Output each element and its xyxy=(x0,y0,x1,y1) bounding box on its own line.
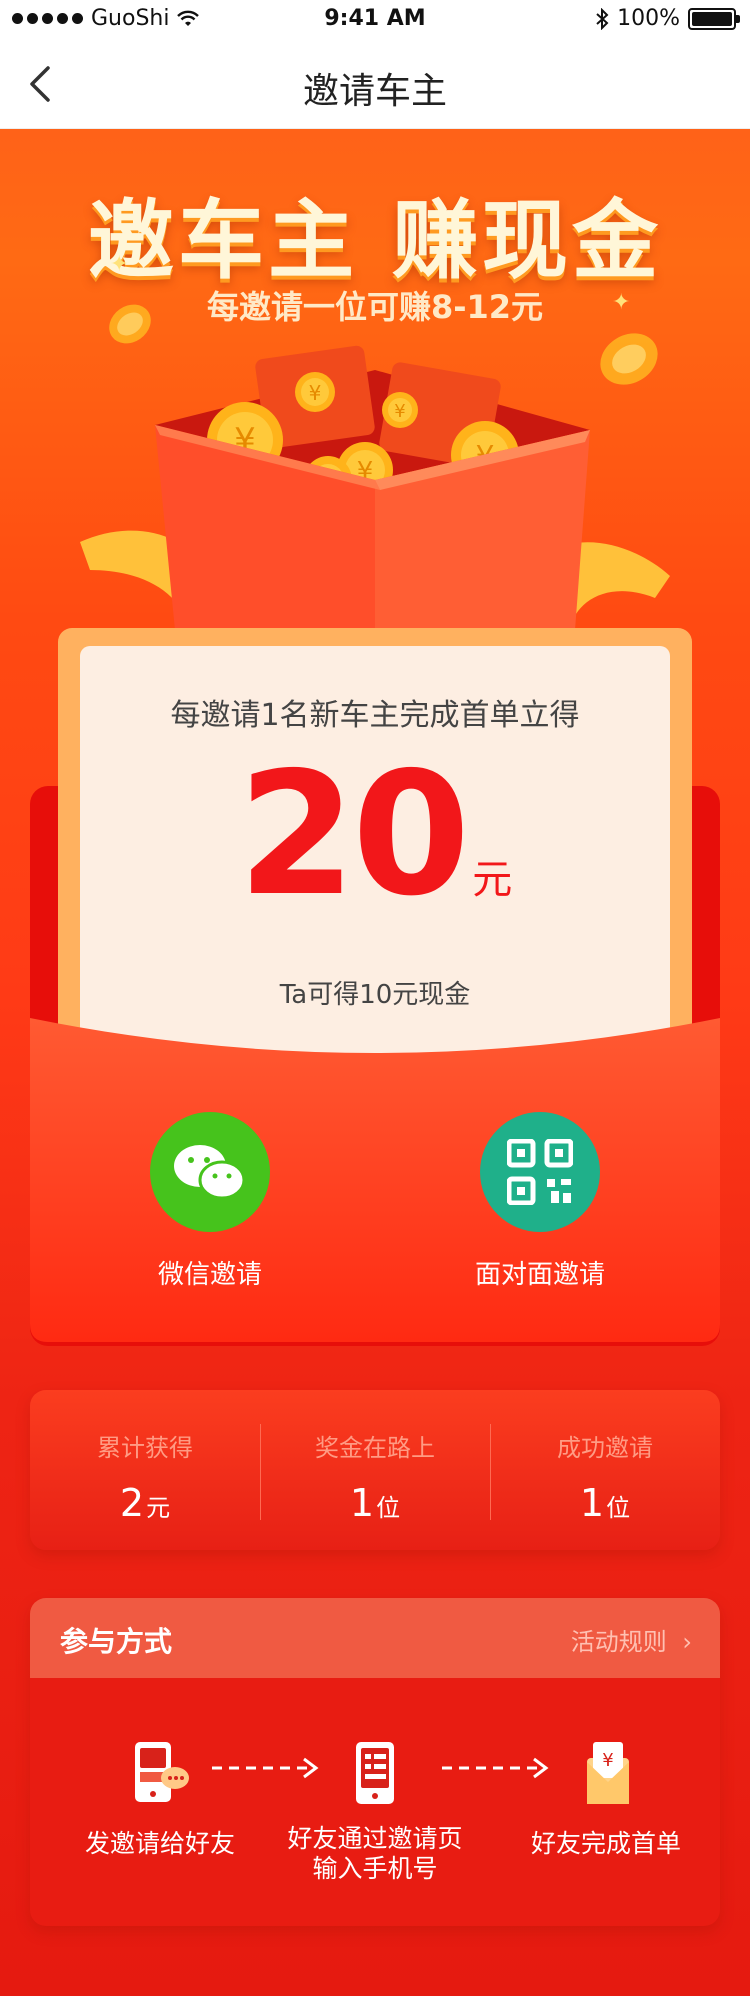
step-label: 好友完成首单 xyxy=(530,1829,681,1858)
stat-value: 2元 xyxy=(119,1481,171,1525)
participation-title: 参与方式 xyxy=(60,1625,173,1658)
reward-amount: 20 元 xyxy=(80,736,670,934)
wechat-invite-button[interactable]: 微信邀请 xyxy=(90,1112,330,1291)
phone-form-icon xyxy=(340,1738,410,1808)
activity-rules-label: 活动规则 xyxy=(570,1628,667,1656)
stat-value: 1位 xyxy=(579,1481,631,1525)
stat-total-earned: 累计获得 2元 xyxy=(30,1390,260,1550)
face-to-face-invite-label: 面对面邀请 xyxy=(474,1260,605,1290)
page-title: 邀请车主 xyxy=(302,71,447,112)
sparkle-icon: ✦ xyxy=(110,252,129,277)
svg-text:¥: ¥ xyxy=(602,1750,613,1771)
face-to-face-invite-button[interactable]: 面对面邀请 xyxy=(420,1112,660,1291)
participation-panel: 参与方式 活动规则 › 发邀请给好友 好友通过邀请页 输入手机号 ¥ 好友完成首… xyxy=(30,1598,720,1926)
stat-bonus-pending: 奖金在路上 1位 xyxy=(260,1390,490,1550)
reward-amount-value: 20 xyxy=(237,736,471,934)
participation-header: 参与方式 活动规则 › xyxy=(30,1598,720,1678)
reward-amount-unit: 元 xyxy=(472,857,513,903)
step-label: 发邀请给好友 xyxy=(84,1829,235,1858)
wechat-invite-label: 微信邀请 xyxy=(157,1260,262,1290)
step-friend-completes-order: ¥ 好友完成首单 xyxy=(496,1738,716,1860)
bluetooth-icon xyxy=(596,7,609,30)
phone-chat-icon xyxy=(125,1738,195,1808)
stat-title: 奖金在路上 xyxy=(315,1434,435,1462)
invite-stats-panel: 累计获得 2元 奖金在路上 1位 成功邀请 1位 xyxy=(30,1390,720,1550)
qrcode-icon xyxy=(480,1112,600,1232)
nav-bar: 邀请车主 xyxy=(0,40,750,129)
sparkle-icon: ✦ xyxy=(612,290,631,315)
battery-percent: 100% xyxy=(617,6,680,31)
stat-title: 成功邀请 xyxy=(557,1434,653,1462)
svg-text:¥: ¥ xyxy=(394,401,405,422)
stat-successful-invites: 成功邀请 1位 xyxy=(490,1390,720,1550)
gift-box-illustration: ¥ ¥ ¥ ¥ ¥ ¥ xyxy=(80,345,670,630)
step-label: 好友通过邀请页 输入手机号 xyxy=(287,1824,463,1883)
wechat-icon xyxy=(150,1112,270,1232)
red-envelope-icon: ¥ xyxy=(571,1738,641,1808)
reward-description: 每邀请1名新车主完成首单立得 xyxy=(170,698,580,733)
activity-rules-link[interactable]: 活动规则 › xyxy=(571,1622,692,1657)
invite-page: GuoShi 9:41 AM 100% 邀请车主 邀车主 赚现金 每邀请一位可赚… xyxy=(0,0,750,1996)
stat-title: 累计获得 xyxy=(97,1434,193,1462)
battery-icon xyxy=(688,7,740,30)
status-right: 100% xyxy=(595,6,740,31)
chevron-right-icon: › xyxy=(682,1628,692,1656)
friend-reward-note: Ta可得10元现金 xyxy=(279,980,471,1010)
stat-value: 1位 xyxy=(349,1481,401,1525)
svg-text:¥: ¥ xyxy=(309,381,322,405)
status-bar: GuoShi 9:41 AM 100% xyxy=(0,0,750,40)
